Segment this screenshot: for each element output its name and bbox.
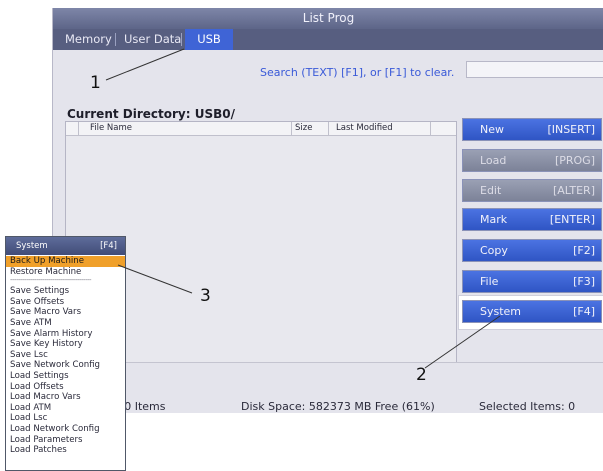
menu-item-save-macro-vars[interactable]: Save Macro Vars bbox=[6, 307, 125, 318]
button-label: System bbox=[480, 305, 522, 318]
tab-usb[interactable]: USB bbox=[185, 29, 233, 50]
button-key: [INSERT] bbox=[547, 123, 595, 136]
menu-item-load-parameters[interactable]: Load Parameters bbox=[6, 435, 125, 446]
button-key: [ALTER] bbox=[552, 184, 595, 197]
window-title: List Prog bbox=[53, 8, 603, 29]
disk-space: Disk Space: 582373 MB Free (61%) bbox=[241, 400, 435, 413]
search-hint: Search (TEXT) [F1], or [F1] to clear. bbox=[260, 66, 455, 79]
button-key: [ENTER] bbox=[549, 213, 595, 226]
tab-user-data[interactable]: User Data bbox=[118, 29, 187, 50]
file-button[interactable]: File [F3] bbox=[462, 270, 602, 293]
button-key: [PROG] bbox=[554, 154, 595, 167]
button-label: New bbox=[480, 123, 504, 136]
button-label: Mark bbox=[480, 213, 508, 226]
system-menu-key: [F4] bbox=[100, 241, 117, 251]
edit-button[interactable]: Edit [ALTER] bbox=[462, 179, 602, 202]
menu-item-load-lsc[interactable]: Load Lsc bbox=[6, 413, 125, 424]
menu-item-save-offsets[interactable]: Save Offsets bbox=[6, 297, 125, 308]
system-menu-title: System bbox=[16, 241, 48, 251]
menu-item-save-lsc[interactable]: Save Lsc bbox=[6, 350, 125, 361]
callout-2: 2 bbox=[416, 365, 427, 385]
load-button[interactable]: Load [PROG] bbox=[462, 149, 602, 172]
column-last-modified[interactable]: Last Modified bbox=[336, 123, 393, 133]
file-list-header: File Name Size Last Modified bbox=[66, 122, 456, 136]
menu-item-save-alarm-history[interactable]: Save Alarm History bbox=[6, 329, 125, 340]
column-divider bbox=[328, 122, 329, 136]
copy-button[interactable]: Copy [F2] bbox=[462, 239, 602, 262]
column-divider bbox=[291, 122, 292, 136]
menu-item-load-patches[interactable]: Load Patches bbox=[6, 445, 125, 456]
selected-items: Selected Items: 0 bbox=[479, 400, 576, 413]
mark-button[interactable]: Mark [ENTER] bbox=[462, 208, 602, 231]
menu-item-back-up-machine[interactable]: Back Up Machine bbox=[6, 256, 125, 267]
system-menu: System [F4] Back Up Machine Restore Mach… bbox=[5, 236, 126, 471]
menu-item-load-settings[interactable]: Load Settings bbox=[6, 371, 125, 382]
tab-divider bbox=[115, 33, 116, 46]
button-key: [F3] bbox=[573, 275, 595, 288]
list-prog-window: List Prog Memory User Data USB Search (T… bbox=[52, 8, 603, 413]
menu-item-load-network-config[interactable]: Load Network Config bbox=[6, 424, 125, 435]
search-input[interactable] bbox=[466, 61, 603, 78]
button-key: [F4] bbox=[573, 305, 595, 318]
system-menu-list: Back Up Machine Restore Machine --------… bbox=[6, 256, 125, 456]
status-bar: : 0 Items Disk Space: 582373 MB Free (61… bbox=[53, 362, 603, 413]
column-divider bbox=[430, 122, 431, 136]
tab-memory[interactable]: Memory bbox=[59, 29, 118, 50]
button-label: File bbox=[480, 275, 499, 288]
menu-item-save-settings[interactable]: Save Settings bbox=[6, 286, 125, 297]
column-file-name[interactable]: File Name bbox=[90, 123, 132, 133]
menu-item-load-offsets[interactable]: Load Offsets bbox=[6, 382, 125, 393]
button-label: Load bbox=[480, 154, 507, 167]
current-directory: Current Directory: USB0/ bbox=[67, 107, 235, 121]
new-button[interactable]: New [INSERT] bbox=[462, 118, 602, 141]
tab-divider bbox=[181, 33, 182, 46]
column-size[interactable]: Size bbox=[295, 123, 312, 133]
button-label: Copy bbox=[480, 244, 508, 257]
system-menu-title-bar: System [F4] bbox=[6, 237, 125, 255]
tab-bar: Memory User Data USB bbox=[53, 29, 603, 50]
system-button[interactable]: System [F4] bbox=[462, 300, 602, 323]
button-key: [F2] bbox=[573, 244, 595, 257]
callout-3: 3 bbox=[200, 286, 211, 306]
menu-separator: ---------------------------------------- bbox=[10, 276, 92, 285]
callout-1: 1 bbox=[90, 73, 101, 93]
menu-item-load-atm[interactable]: Load ATM bbox=[6, 403, 125, 414]
menu-item-save-key-history[interactable]: Save Key History bbox=[6, 339, 125, 350]
column-divider bbox=[78, 122, 79, 136]
menu-item-save-atm[interactable]: Save ATM bbox=[6, 318, 125, 329]
menu-item-load-macro-vars[interactable]: Load Macro Vars bbox=[6, 392, 125, 403]
menu-item-save-network-config[interactable]: Save Network Config bbox=[6, 360, 125, 371]
button-label: Edit bbox=[480, 184, 502, 197]
